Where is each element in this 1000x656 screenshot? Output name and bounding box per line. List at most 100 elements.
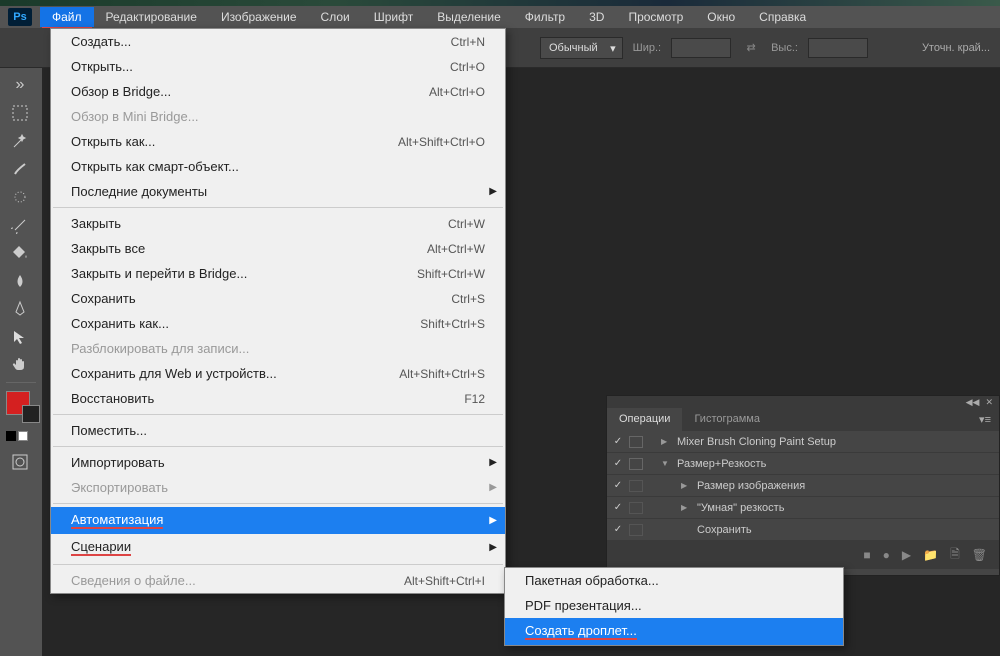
refine-edge-button[interactable]: Уточн. край... bbox=[922, 42, 990, 54]
menu-item: Обзор в Mini Bridge... bbox=[51, 104, 505, 129]
submenu-item[interactable]: Пакетная обработка... bbox=[505, 568, 843, 593]
record-icon[interactable]: ● bbox=[883, 548, 890, 562]
brush-tool-icon[interactable] bbox=[2, 156, 38, 182]
action-toggle-icon[interactable]: ✓ bbox=[611, 502, 625, 513]
action-label: Размер изображения bbox=[695, 480, 999, 492]
play-icon[interactable]: ▶ bbox=[902, 548, 911, 562]
panel-tabs: Операции Гистограмма ▾≡ bbox=[607, 408, 999, 431]
action-dialog-icon[interactable] bbox=[629, 458, 643, 470]
submenu-item[interactable]: PDF презентация... bbox=[505, 593, 843, 618]
menu-item[interactable]: Создать...Ctrl+N bbox=[51, 29, 505, 54]
submenu-item[interactable]: Создать дроплет... bbox=[505, 618, 843, 645]
actions-panel: ◀◀ ✕ Операции Гистограмма ▾≡ ✓ ▶ Mixer Brus… bbox=[606, 395, 1000, 576]
move-tool-icon[interactable] bbox=[2, 324, 38, 350]
expand-icon[interactable]: ▶ bbox=[681, 503, 691, 512]
menu-файл[interactable]: Файл bbox=[40, 7, 94, 27]
stop-icon[interactable]: ■ bbox=[863, 548, 870, 562]
menu-item: Разблокировать для записи... bbox=[51, 336, 505, 361]
menu-item[interactable]: ЗакрытьCtrl+W bbox=[51, 211, 505, 236]
panel-menu-icon[interactable]: ▾≡ bbox=[971, 408, 999, 431]
paint-bucket-tool-icon[interactable] bbox=[2, 240, 38, 266]
menu-шрифт[interactable]: Шрифт bbox=[362, 7, 425, 27]
action-row[interactable]: ✓ ▶ Mixer Brush Cloning Paint Setup bbox=[607, 431, 999, 453]
menu-выделение[interactable]: Выделение bbox=[425, 7, 513, 27]
tab-actions[interactable]: Операции bbox=[607, 408, 682, 431]
expand-icon[interactable]: ▶ bbox=[661, 437, 671, 446]
action-label: Размер+Резкость bbox=[675, 458, 999, 470]
pen-tool-icon[interactable] bbox=[2, 296, 38, 322]
default-colors-icon[interactable] bbox=[6, 431, 40, 441]
menu-3d[interactable]: 3D bbox=[577, 7, 616, 27]
menu-item[interactable]: Закрыть всеAlt+Ctrl+W bbox=[51, 236, 505, 261]
file-menu-dropdown: Создать...Ctrl+NОткрыть...Ctrl+OОбзор в … bbox=[50, 28, 506, 594]
app-logo: Ps bbox=[8, 8, 32, 26]
menu-item[interactable]: Импортировать▶ bbox=[51, 450, 505, 475]
blend-mode-dropdown[interactable]: Обычный bbox=[540, 37, 623, 59]
trash-icon[interactable]: 🗑 bbox=[972, 548, 987, 562]
height-field[interactable] bbox=[808, 38, 868, 58]
automation-submenu: Пакетная обработка...PDF презентация...С… bbox=[504, 567, 844, 646]
width-label: Шир.: bbox=[633, 42, 661, 54]
action-toggle-icon[interactable]: ✓ bbox=[611, 480, 625, 491]
menu-слои[interactable]: Слои bbox=[309, 7, 362, 27]
marquee-tool-icon[interactable] bbox=[2, 100, 38, 126]
tools-palette: » bbox=[0, 68, 42, 479]
menu-item[interactable]: Обзор в Bridge...Alt+Ctrl+O bbox=[51, 79, 505, 104]
healing-brush-tool-icon[interactable] bbox=[2, 184, 38, 210]
collapse-icon[interactable]: ◀◀ bbox=[966, 397, 980, 408]
tab-histogram[interactable]: Гистограмма bbox=[682, 408, 772, 431]
blur-tool-icon[interactable] bbox=[2, 268, 38, 294]
menu-окно[interactable]: Окно bbox=[695, 7, 747, 27]
action-dialog-icon[interactable] bbox=[629, 436, 643, 448]
action-label: "Умная" резкость bbox=[695, 502, 999, 514]
menu-item[interactable]: Открыть...Ctrl+O bbox=[51, 54, 505, 79]
quickmask-icon[interactable] bbox=[2, 449, 38, 475]
action-row[interactable]: ✓ Сохранить bbox=[607, 519, 999, 541]
menu-item[interactable]: Закрыть и перейти в Bridge...Shift+Ctrl+… bbox=[51, 261, 505, 286]
expand-icon[interactable]: ▶ bbox=[681, 481, 691, 490]
menu-item[interactable]: СохранитьCtrl+S bbox=[51, 286, 505, 311]
magic-wand-tool-icon[interactable] bbox=[2, 128, 38, 154]
panel-dragbar[interactable]: ◀◀ ✕ bbox=[607, 396, 999, 408]
height-label: Выс.: bbox=[771, 42, 798, 54]
menu-item[interactable]: Открыть как смарт-объект... bbox=[51, 154, 505, 179]
menu-изображение[interactable]: Изображение bbox=[209, 7, 309, 27]
swap-icon[interactable]: ⇄ bbox=[741, 38, 761, 58]
menu-фильтр[interactable]: Фильтр bbox=[513, 7, 577, 27]
action-dialog-icon[interactable] bbox=[629, 502, 643, 514]
action-toggle-icon[interactable]: ✓ bbox=[611, 524, 625, 535]
background-color-swatch[interactable] bbox=[22, 405, 40, 423]
menu-item[interactable]: ВосстановитьF12 bbox=[51, 386, 505, 411]
history-brush-tool-icon[interactable] bbox=[2, 212, 38, 238]
menu-item[interactable]: Последние документы▶ bbox=[51, 179, 505, 204]
menu-просмотр[interactable]: Просмотр bbox=[616, 7, 695, 27]
menu-item[interactable]: Сохранить для Web и устройств...Alt+Shif… bbox=[51, 361, 505, 386]
hand-tool-icon[interactable] bbox=[2, 352, 38, 378]
action-dialog-icon[interactable] bbox=[629, 480, 643, 492]
new-folder-icon[interactable]: 📁 bbox=[923, 548, 938, 562]
menu-item: Сведения о файле...Alt+Shift+Ctrl+I bbox=[51, 568, 505, 593]
action-row[interactable]: ✓ ▼ Размер+Резкость bbox=[607, 453, 999, 475]
expand-icon[interactable]: ▼ bbox=[661, 459, 671, 468]
width-field[interactable] bbox=[671, 38, 731, 58]
action-dialog-icon[interactable] bbox=[629, 524, 643, 536]
close-icon[interactable]: ✕ bbox=[985, 397, 993, 408]
menu-item[interactable]: Сценарии▶ bbox=[51, 534, 505, 561]
action-label: Сохранить bbox=[695, 524, 999, 536]
menu-item[interactable]: Поместить... bbox=[51, 418, 505, 443]
menu-item[interactable]: Сохранить как...Shift+Ctrl+S bbox=[51, 311, 505, 336]
actions-panel-footer: ■ ● ▶ 📁 🗎 🗑 bbox=[607, 541, 999, 569]
action-toggle-icon[interactable]: ✓ bbox=[611, 436, 625, 447]
new-action-icon[interactable]: 🗎 bbox=[950, 545, 960, 566]
expand-toolbar-icon[interactable]: » bbox=[2, 72, 38, 98]
action-toggle-icon[interactable]: ✓ bbox=[611, 458, 625, 469]
menu-редактирование[interactable]: Редактирование bbox=[94, 7, 209, 27]
menubar: Ps ФайлРедактированиеИзображениеСлоиШриф… bbox=[0, 6, 1000, 28]
menu-item: Экспортировать▶ bbox=[51, 475, 505, 500]
menu-справка[interactable]: Справка bbox=[747, 7, 818, 27]
action-row[interactable]: ✓ ▶ Размер изображения bbox=[607, 475, 999, 497]
menu-item[interactable]: Открыть как...Alt+Shift+Ctrl+O bbox=[51, 129, 505, 154]
action-row[interactable]: ✓ ▶ "Умная" резкость bbox=[607, 497, 999, 519]
action-label: Mixer Brush Cloning Paint Setup bbox=[675, 436, 999, 448]
menu-item[interactable]: Автоматизация▶ bbox=[51, 507, 505, 534]
